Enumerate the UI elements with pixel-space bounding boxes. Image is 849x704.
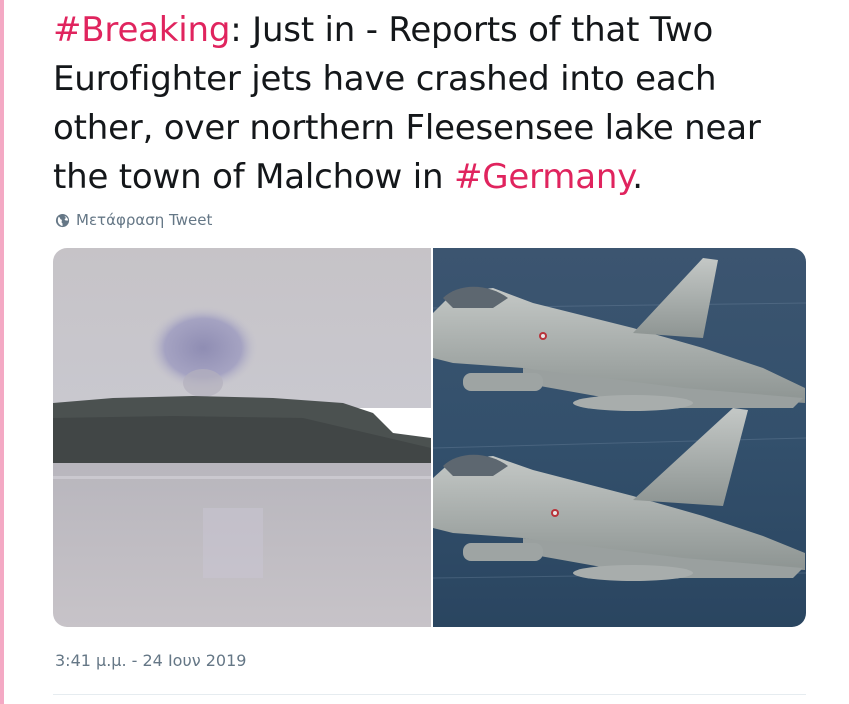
photo-eurofighter-jets[interactable] bbox=[433, 248, 806, 627]
media-grid bbox=[53, 248, 806, 627]
divider bbox=[53, 694, 806, 695]
tweet-end-punctuation: . bbox=[632, 157, 643, 197]
hashtag-breaking-link[interactable]: #Breaking bbox=[53, 10, 230, 50]
tweet-timestamp[interactable]: 3:41 μ.μ. - 24 Ιουν 2019 bbox=[55, 651, 246, 670]
translate-tweet-button[interactable]: Μετάφραση Tweet bbox=[55, 211, 212, 229]
left-accent-bar bbox=[0, 0, 4, 704]
tweet-text: #Breaking: Just in - Reports of that Two… bbox=[53, 6, 813, 202]
globe-icon bbox=[55, 213, 70, 228]
photo-smoke-over-lake[interactable] bbox=[53, 248, 431, 627]
hashtag-germany-link[interactable]: #Germany bbox=[454, 157, 633, 197]
translate-tweet-label: Μετάφραση Tweet bbox=[76, 211, 213, 229]
